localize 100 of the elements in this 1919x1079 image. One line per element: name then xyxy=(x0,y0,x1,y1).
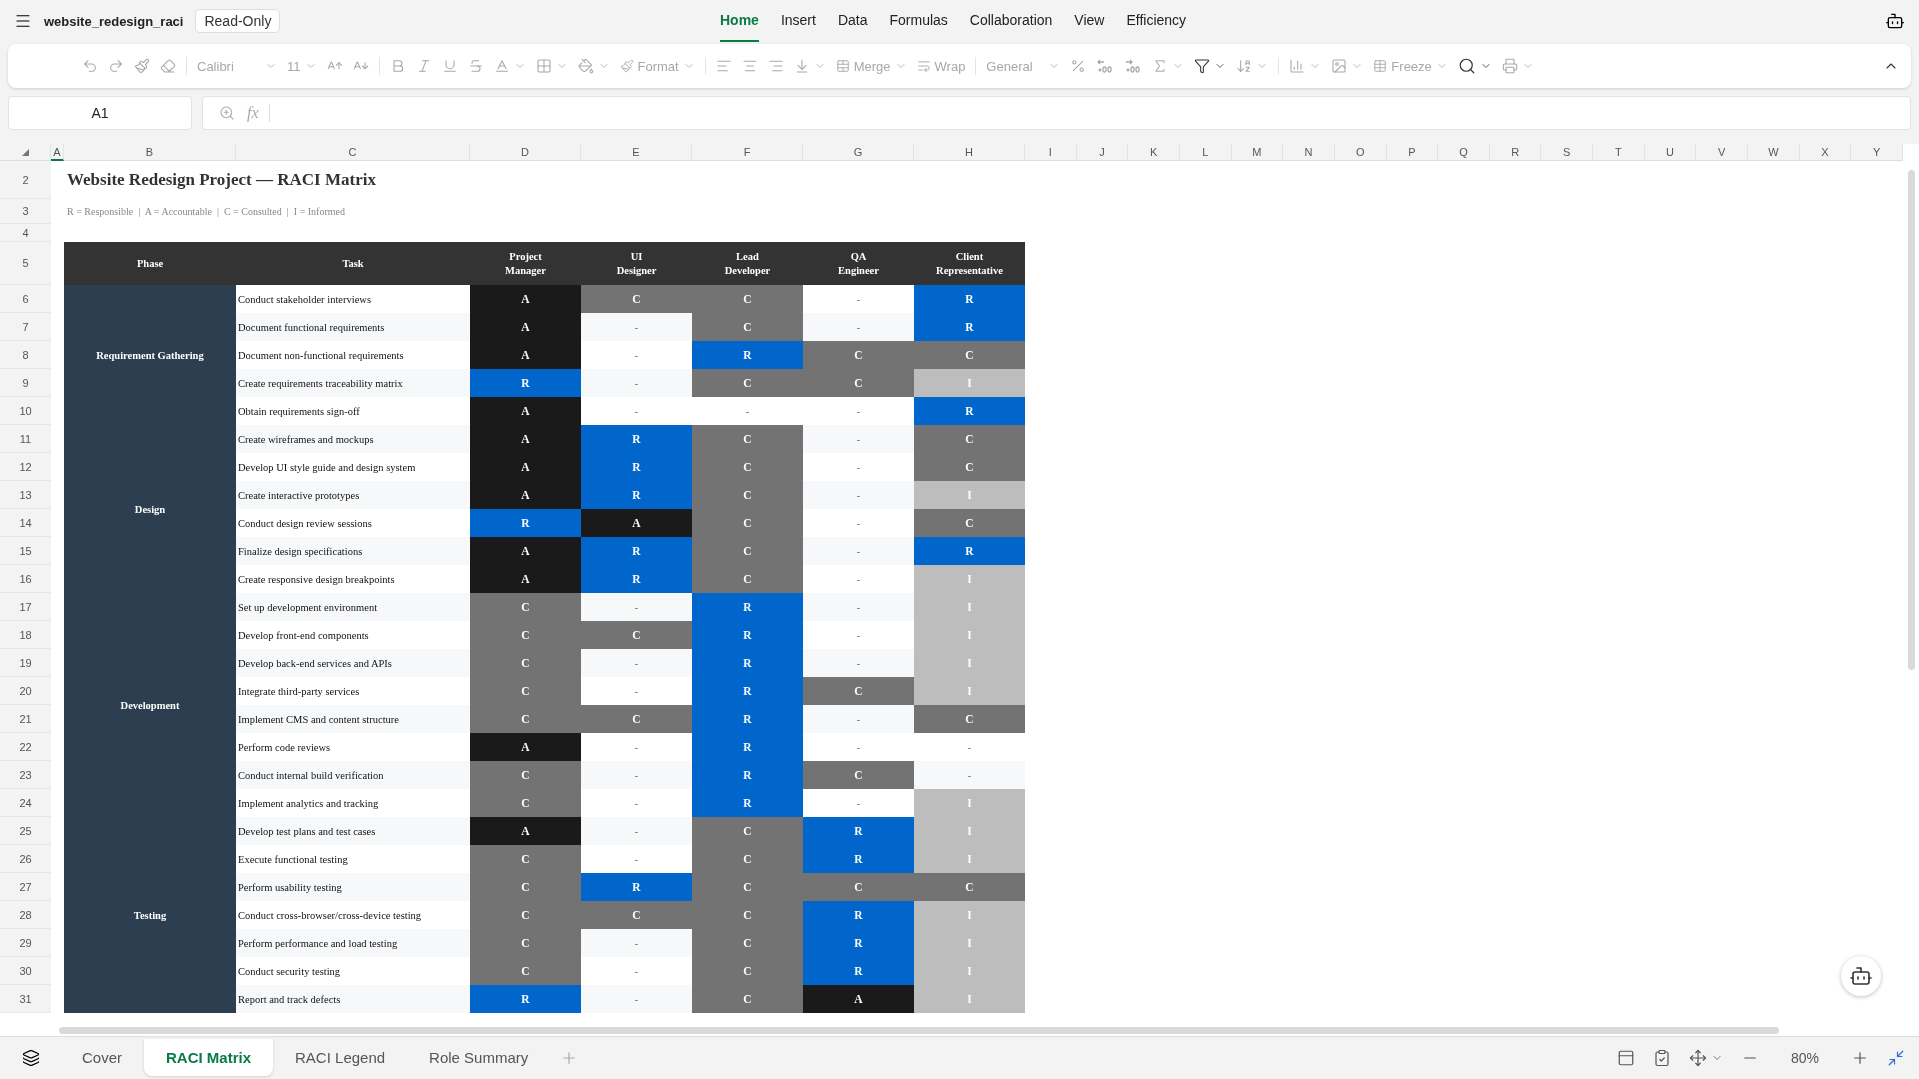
menu-tab[interactable]: Collaboration xyxy=(969,0,1053,42)
raci-cell: C xyxy=(803,761,914,789)
header-cell: Phase xyxy=(64,242,236,285)
column-header[interactable]: H xyxy=(914,144,1025,161)
column-header[interactable]: P xyxy=(1386,144,1439,161)
row-header[interactable]: 8 xyxy=(0,341,51,369)
sheet-tab[interactable]: Role Summary xyxy=(407,1038,551,1076)
row-header[interactable]: 17 xyxy=(0,593,51,621)
assistant-button[interactable] xyxy=(1841,956,1881,996)
raci-cell: I xyxy=(914,789,1025,817)
sheet-tab[interactable]: Cover xyxy=(60,1038,144,1076)
row-header[interactable]: 11 xyxy=(0,425,51,453)
column-header[interactable]: O xyxy=(1334,144,1387,161)
row-header[interactable]: 25 xyxy=(0,817,51,845)
column-header[interactable]: Q xyxy=(1438,144,1490,161)
column-header[interactable]: W xyxy=(1748,144,1800,161)
column-header[interactable]: B xyxy=(64,144,236,161)
column-header[interactable]: N xyxy=(1283,144,1335,161)
raci-cell: - xyxy=(581,817,692,845)
row-header[interactable]: 3 xyxy=(0,199,51,224)
row-header[interactable]: 24 xyxy=(0,789,51,817)
layers-icon[interactable] xyxy=(22,1049,40,1067)
row-header[interactable]: 20 xyxy=(0,677,51,705)
row-header[interactable]: 4 xyxy=(0,224,51,242)
row-header[interactable]: 21 xyxy=(0,705,51,733)
raci-cell: - xyxy=(803,593,914,621)
menu-tab[interactable]: View xyxy=(1074,0,1105,42)
column-header[interactable]: M xyxy=(1231,144,1284,161)
raci-cell: A xyxy=(470,313,581,341)
row-header[interactable]: 28 xyxy=(0,901,51,929)
row-header[interactable]: 10 xyxy=(0,397,51,425)
row-header[interactable]: 31 xyxy=(0,985,51,1013)
column-header[interactable]: T xyxy=(1593,144,1645,161)
raci-cell: R xyxy=(914,313,1025,341)
column-header[interactable]: F xyxy=(692,144,803,161)
row-header[interactable]: 6 xyxy=(0,285,51,313)
sheet-tab[interactable]: RACI Matrix xyxy=(144,1038,274,1076)
row-header[interactable]: 14 xyxy=(0,509,51,537)
raci-cell: - xyxy=(581,929,692,957)
raci-cell: R xyxy=(914,537,1025,565)
raci-cell: R xyxy=(692,649,803,677)
raci-cell: R xyxy=(581,537,692,565)
column-header[interactable]: D xyxy=(470,144,581,161)
column-header[interactable]: U xyxy=(1644,144,1697,161)
phase-cell: Design xyxy=(64,425,236,593)
task-cell: Finalize design specifications xyxy=(236,537,470,565)
column-header[interactable]: I xyxy=(1025,144,1077,161)
row-header[interactable]: 7 xyxy=(0,313,51,341)
review-icon[interactable] xyxy=(1653,1049,1671,1067)
row-header[interactable]: 16 xyxy=(0,565,51,593)
raci-cell: C xyxy=(803,873,914,901)
column-header[interactable]: S xyxy=(1541,144,1594,161)
column-header[interactable]: L xyxy=(1179,144,1232,161)
column-header[interactable]: Y xyxy=(1851,144,1903,161)
menu-tab[interactable]: Formulas xyxy=(889,0,948,42)
row-header[interactable]: 29 xyxy=(0,929,51,957)
raci-cell: R xyxy=(581,481,692,509)
raci-cell: C xyxy=(470,593,581,621)
row-header[interactable]: 23 xyxy=(0,761,51,789)
raci-cell: C xyxy=(470,845,581,873)
row-header[interactable]: 30 xyxy=(0,957,51,985)
raci-cell: R xyxy=(692,761,803,789)
select-all-icon[interactable] xyxy=(21,148,29,156)
menu-icon[interactable] xyxy=(14,12,32,30)
robot-icon[interactable] xyxy=(1885,11,1905,31)
row-header[interactable]: 26 xyxy=(0,845,51,873)
raci-cell: C xyxy=(470,789,581,817)
name-box[interactable]: A1 xyxy=(8,96,192,130)
row-header[interactable]: 5 xyxy=(0,242,51,285)
task-cell: Develop back-end services and APIs xyxy=(236,649,470,677)
raci-cell: C xyxy=(692,929,803,957)
column-header[interactable]: V xyxy=(1696,144,1749,161)
menu-tab[interactable]: Insert xyxy=(780,0,816,42)
scrollbar[interactable] xyxy=(1907,170,1915,670)
row-header[interactable]: 18 xyxy=(0,621,51,649)
column-header[interactable]: A xyxy=(51,144,64,161)
row-header[interactable]: 13 xyxy=(0,481,51,509)
header-cell: Task xyxy=(236,242,470,285)
row-header[interactable]: 15 xyxy=(0,537,51,565)
row-header[interactable]: 2 xyxy=(0,161,51,199)
menu-tab[interactable]: Data xyxy=(837,0,868,42)
raci-cell: A xyxy=(470,733,581,761)
column-header[interactable]: X xyxy=(1799,144,1852,161)
sheet-tab[interactable]: RACI Legend xyxy=(273,1038,408,1076)
row-header[interactable]: 12 xyxy=(0,453,51,481)
row-header[interactable]: 27 xyxy=(0,873,51,901)
row-header[interactable]: 22 xyxy=(0,733,51,761)
scrollbar[interactable] xyxy=(59,1026,1779,1034)
column-header[interactable]: E xyxy=(581,144,692,161)
column-header[interactable]: C xyxy=(236,144,470,161)
row-header[interactable]: 9 xyxy=(0,369,51,397)
page-layout-icon[interactable] xyxy=(1617,1049,1635,1067)
column-header[interactable]: R xyxy=(1489,144,1542,161)
column-header[interactable]: G xyxy=(803,144,914,161)
zoom-in-icon[interactable] xyxy=(1851,1049,1869,1067)
column-header[interactable]: J xyxy=(1076,144,1129,161)
column-header[interactable]: K xyxy=(1128,144,1180,161)
menu-tab[interactable]: Efficiency xyxy=(1126,0,1187,42)
menu-tab[interactable]: Home xyxy=(720,0,759,42)
row-header[interactable]: 19 xyxy=(0,649,51,677)
